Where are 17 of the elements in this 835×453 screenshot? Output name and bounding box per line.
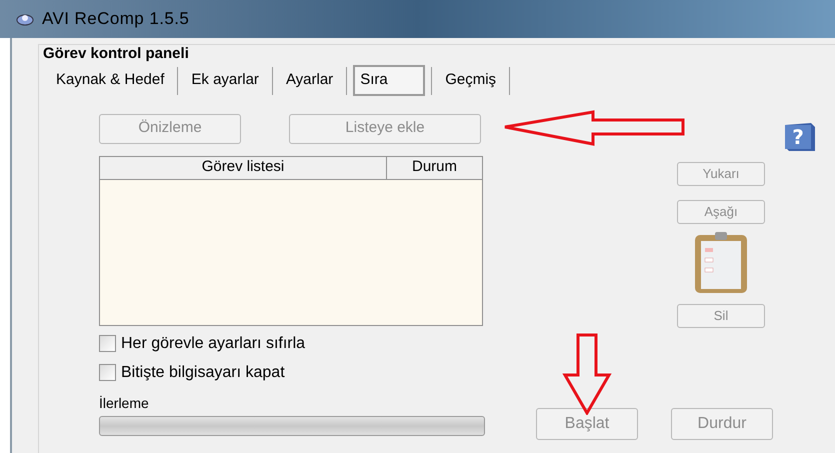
- tab[interactable]: Ayarlar: [278, 65, 340, 96]
- column-header[interactable]: Durum: [387, 156, 482, 178]
- progress-label: İlerleme: [99, 394, 149, 412]
- checkbox[interactable]: [99, 364, 116, 381]
- tab[interactable]: Sıra: [353, 65, 426, 96]
- checkbox[interactable]: [99, 335, 116, 352]
- column-header[interactable]: Görev listesi: [100, 156, 387, 178]
- clipboard-icon: [693, 230, 749, 294]
- tab[interactable]: Kaynak & Hedef: [49, 65, 172, 96]
- help-icon: ?: [783, 121, 817, 153]
- checkbox-label: Bitişte bilgisayarı kapat: [121, 362, 285, 382]
- tab[interactable]: Ek ayarlar: [184, 65, 266, 96]
- tab[interactable]: Geçmiş: [438, 65, 504, 96]
- checkbox-label: Her görevle ayarları sıfırla: [121, 334, 306, 354]
- group-title: Görev kontrol paneli: [43, 44, 189, 64]
- app-icon: [16, 12, 34, 26]
- window-title: AVI ReComp 1.5.5: [42, 8, 190, 30]
